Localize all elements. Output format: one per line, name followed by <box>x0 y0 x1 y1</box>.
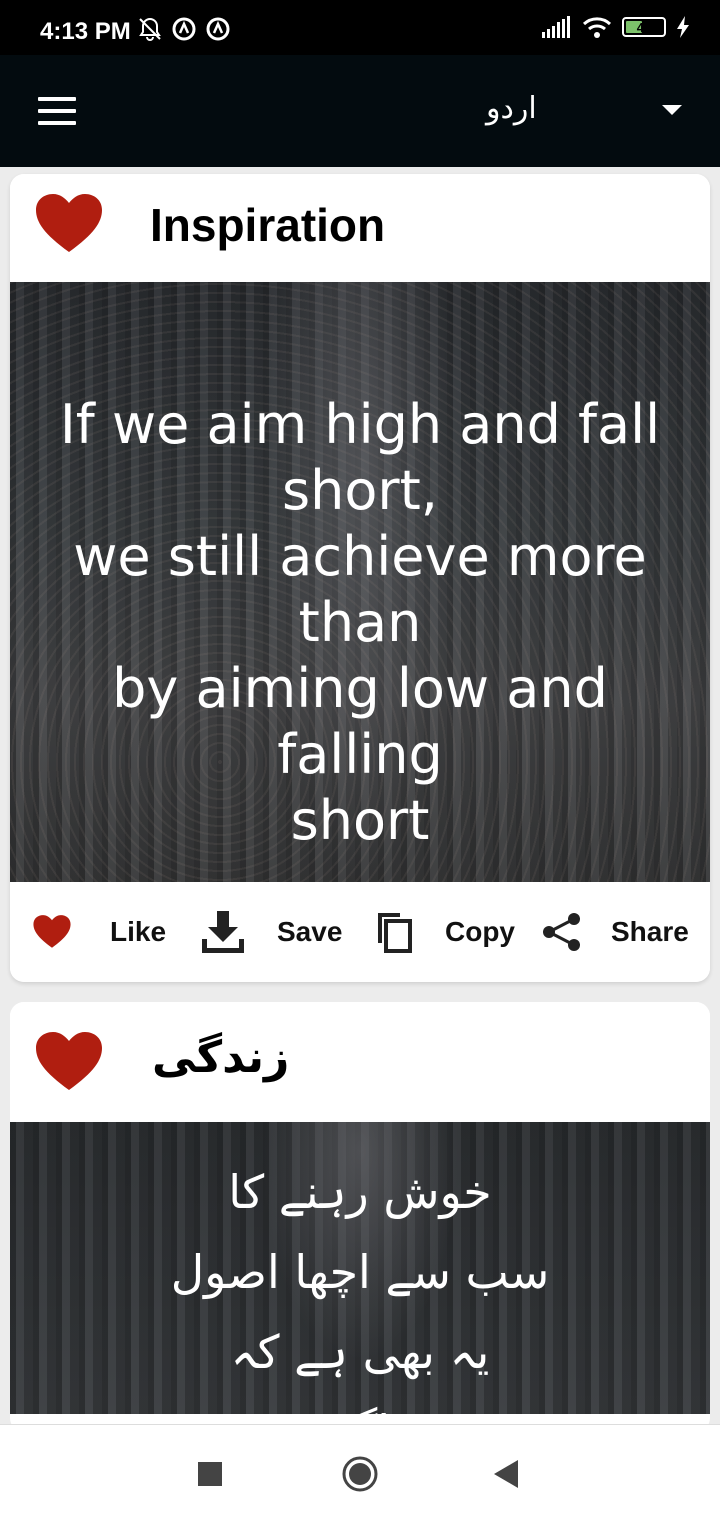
quote-text: خوش رہنے کا سب سے اچھا اصول یہ بھی ہے کہ… <box>170 1165 550 1432</box>
category-title: زندگی <box>152 1032 290 1083</box>
quote-text: If we aim high and fall short, we still … <box>59 393 661 852</box>
signal-icon <box>542 16 570 38</box>
a-circle-icon <box>206 17 230 41</box>
battery-icon: 40 <box>622 17 666 37</box>
app-bar: اردو <box>0 55 720 167</box>
card-header: زندگی <box>10 1002 710 1122</box>
quote-card: زندگی خوش رہنے کا سب سے اچھا اصول یہ بھی… <box>10 1002 710 1432</box>
status-time: 4:13 PM <box>40 18 131 45</box>
share-label: Share <box>611 916 689 947</box>
save-button[interactable]: Save <box>200 907 342 957</box>
a-circle-icon <box>172 17 196 41</box>
recents-button-icon[interactable] <box>198 1462 222 1486</box>
dropdown-arrow-icon <box>662 105 682 115</box>
heart-icon[interactable] <box>34 1030 104 1094</box>
share-icon <box>543 913 580 951</box>
category-title: Inspiration <box>150 199 386 251</box>
home-button-icon[interactable] <box>341 1455 379 1493</box>
wifi-icon <box>582 17 612 38</box>
copy-label: Copy <box>445 916 515 947</box>
share-button[interactable]: Share <box>542 907 689 957</box>
download-icon <box>202 911 244 953</box>
heart-icon[interactable] <box>34 192 104 256</box>
action-bar: Like Save Copy Share <box>10 882 710 982</box>
copy-icon <box>378 913 412 953</box>
card-header: Inspiration <box>10 174 710 282</box>
back-button-icon[interactable] <box>494 1460 518 1488</box>
hamburger-menu-icon[interactable] <box>38 97 76 125</box>
status-bar: 4:13 PM 40 <box>0 0 720 55</box>
quote-card: Inspiration If we aim high and fall shor… <box>10 174 710 982</box>
charging-icon <box>677 16 689 38</box>
muted-bell-icon <box>139 17 161 41</box>
copy-button[interactable]: Copy <box>372 907 515 957</box>
system-nav-bar <box>0 1424 720 1520</box>
status-icons-right: 40 <box>542 16 690 38</box>
like-label: Like <box>110 916 167 947</box>
save-label: Save <box>277 916 343 947</box>
language-dropdown[interactable]: اردو <box>470 85 690 137</box>
status-icons-left <box>137 16 231 42</box>
like-button[interactable]: Like <box>32 907 166 957</box>
language-label: اردو <box>486 91 537 126</box>
battery-level: 40 <box>636 19 652 35</box>
heart-icon <box>33 915 71 948</box>
